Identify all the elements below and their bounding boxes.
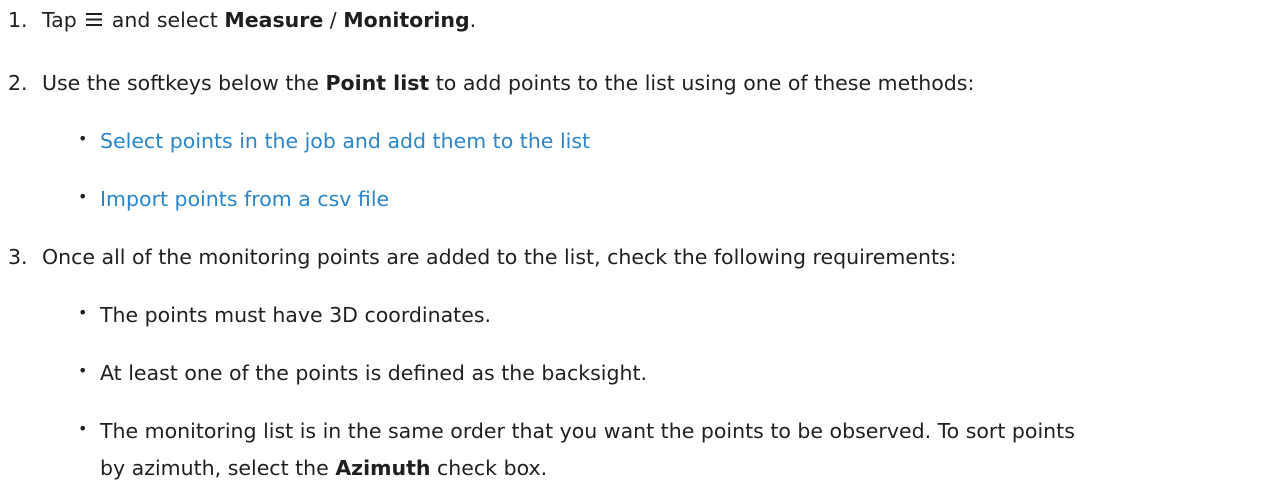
step-3: 3. Once all of the monitoring points are… <box>0 245 1288 275</box>
list-item: • The monitoring list is in the same ord… <box>0 419 1288 485</box>
requirement-text: At least one of the points is defined as… <box>100 361 648 385</box>
list-item: • Import points from a csv file <box>0 187 1288 217</box>
step-2: 2. Use the softkeys below the Point list… <box>0 71 1288 101</box>
hamburger-menu-icon <box>86 13 103 26</box>
step-number: 1. <box>8 8 28 32</box>
bullet-dot: • <box>78 129 88 148</box>
list-item: • Select points in the job and add them … <box>0 129 1288 159</box>
requirement-text: The points must have 3D coordinates. <box>100 303 492 327</box>
step-text: Once all of the monitoring points are ad… <box>42 245 957 269</box>
select-points-link[interactable]: Select points in the job and add them to… <box>100 129 590 153</box>
bullet-dot: • <box>78 187 88 206</box>
list-item: • The points must have 3D coordinates. <box>0 303 1288 333</box>
step-number: 3. <box>8 245 28 269</box>
list-item: • At least one of the points is defined … <box>0 361 1288 391</box>
requirement-text-line-1: The monitoring list is in the same order… <box>100 419 1075 443</box>
step-number: 2. <box>8 71 28 95</box>
bullet-dot: • <box>78 303 88 322</box>
bullet-dot: • <box>78 419 88 438</box>
step-text: Tap and select Measure / Monitoring. <box>42 8 477 32</box>
requirement-text-line-2: by azimuth, select the Azimuth check box… <box>100 456 548 480</box>
step-text: Use the softkeys below the Point list to… <box>42 71 975 95</box>
step-1: 1. Tap and select Measure / Monitoring. <box>0 8 1288 38</box>
bullet-dot: • <box>78 361 88 380</box>
import-points-link[interactable]: Import points from a csv file <box>100 187 389 211</box>
